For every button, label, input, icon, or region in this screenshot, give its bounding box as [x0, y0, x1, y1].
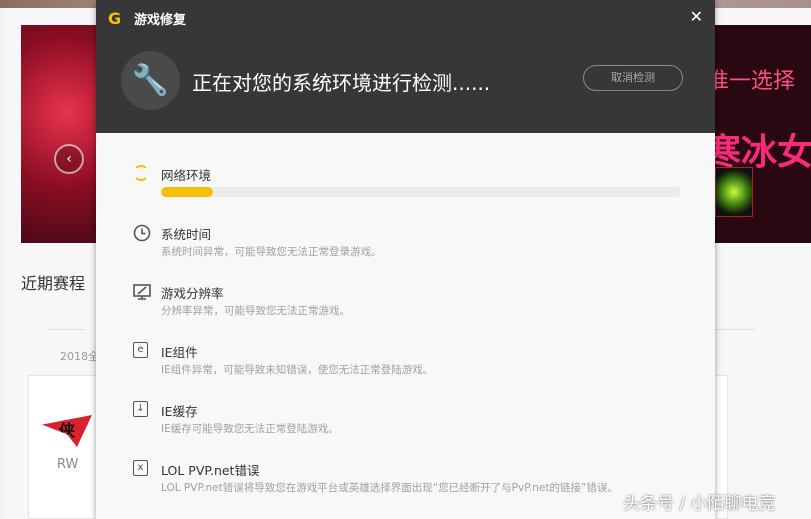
- status-text: 正在对您的系统环境进行检测......: [192, 71, 491, 95]
- item-desc: IE缓存可能导致您无法正常登陆游戏。: [161, 423, 339, 435]
- watermark: 头条号 / 小陌聊电竞: [623, 494, 776, 514]
- team-name: RW: [57, 457, 79, 472]
- spinner-icon: [133, 165, 149, 181]
- download-icon: ↓: [133, 401, 148, 417]
- item-desc: IE组件异常，可能导致未知错误，使您无法正常登陆游戏。: [161, 364, 434, 376]
- item-title: LOL PVP.net错误: [161, 463, 260, 478]
- section-title: 近期赛程: [21, 274, 86, 293]
- item-title: 游戏分辨率: [161, 286, 224, 301]
- banner-text-1: 准一选择: [715, 69, 796, 94]
- game-repair-dialog: G 游戏修复 ✕ 🔧 正在对您的系统环境进行检测...... 取消检测 网络环境…: [96, 0, 715, 519]
- cancel-check-button[interactable]: 取消检测: [583, 65, 683, 91]
- item-title: IE缓存: [161, 404, 198, 419]
- monitor-icon: [133, 283, 151, 301]
- clock-icon: [133, 224, 151, 242]
- prev-arrow-icon[interactable]: ‹: [54, 144, 84, 174]
- item-title: 网络环境: [161, 168, 212, 183]
- item-desc: 分辨率异常，可能导致您无法正常游戏。: [161, 305, 350, 317]
- wrench-icon: 🔧: [121, 51, 180, 110]
- champion-icon[interactable]: [715, 167, 753, 217]
- progress-bar: [161, 187, 681, 197]
- divider: [49, 329, 85, 330]
- item-desc: 系统时间异常，可能导致您无法正常登录游戏。: [161, 246, 382, 258]
- banner-left: ‹: [21, 25, 97, 243]
- item-title: IE组件: [161, 345, 198, 360]
- progress-fill: [161, 187, 213, 197]
- ie-icon: e: [133, 342, 148, 358]
- app-logo-icon: G: [108, 9, 122, 28]
- dialog-title: 游戏修复: [134, 13, 187, 28]
- divider: [715, 329, 755, 330]
- item-desc: LOL PVP.net错误将导致您在游戏平台或英雄选择界面出现“您已经断开了与P…: [161, 482, 618, 494]
- item-title: 系统时间: [161, 227, 212, 242]
- file-error-icon: x: [133, 460, 148, 476]
- dialog-header: G 游戏修复 ✕ 🔧 正在对您的系统环境进行检测...... 取消检测: [96, 0, 715, 133]
- close-icon[interactable]: ✕: [690, 7, 703, 26]
- year-label: 2018全: [60, 350, 99, 363]
- banner-right: 准一选择 寒冰女: [715, 25, 811, 243]
